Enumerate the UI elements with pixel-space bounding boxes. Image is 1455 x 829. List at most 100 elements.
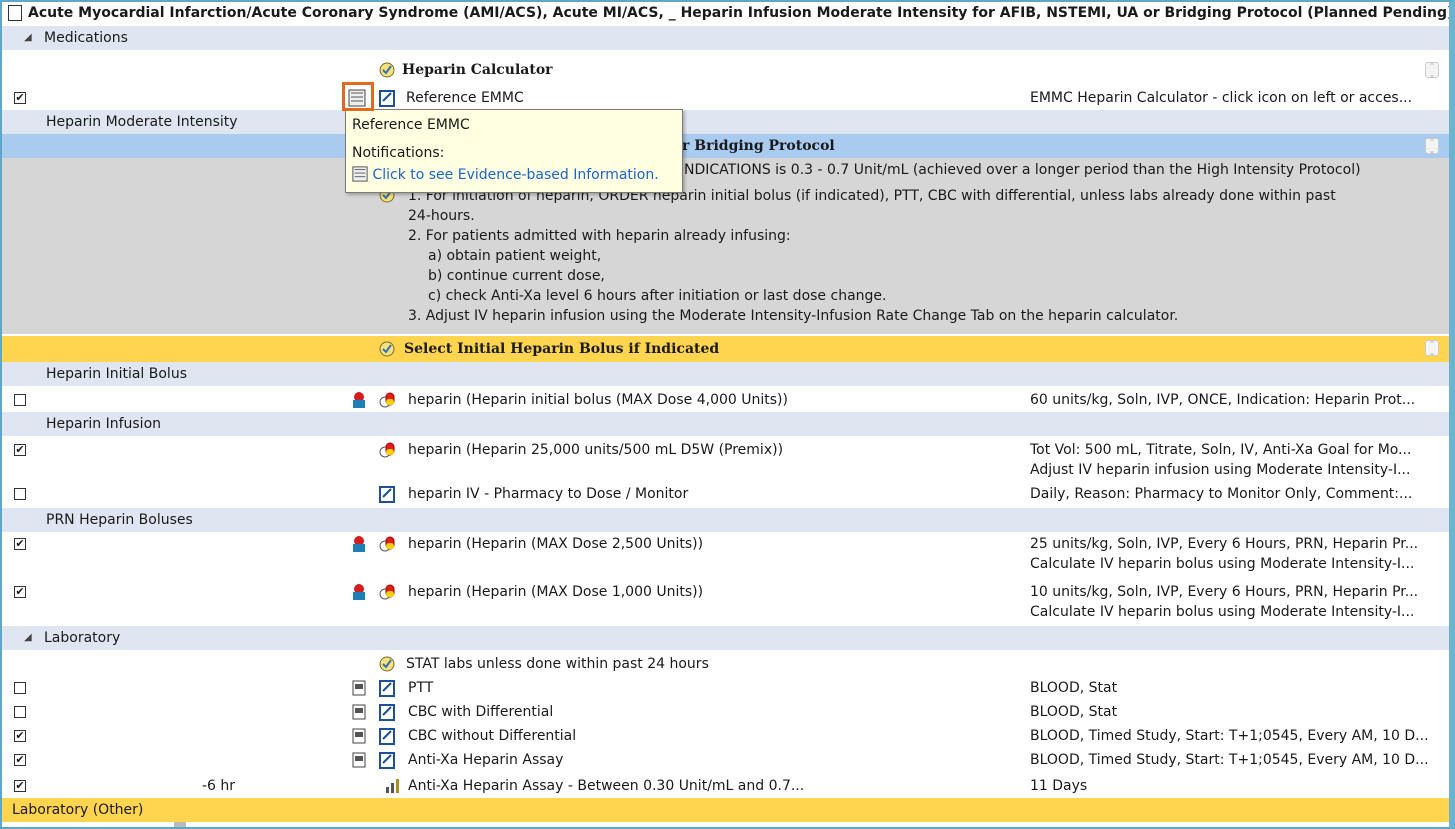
protocol-step-3: 3. Adjust IV heparin infusion using the … [408,308,1179,324]
order-details: BLOOD, Stat [1030,704,1118,720]
order-name: PTT [408,680,434,696]
note-icon [379,62,395,78]
pill-icon [379,442,395,458]
scroll-arrows-icon[interactable]: ⌃ ⌄ [1425,62,1439,79]
order-checkbox[interactable]: ✔ [14,538,26,550]
order-row-ptt[interactable]: PTT BLOOD, Stat [2,676,1449,700]
collapse-icon[interactable]: ◢ [24,26,32,50]
subsection-label: Heparin Moderate Intensity [46,114,238,130]
order-name: Anti-Xa Heparin Assay - Between 0.30 Uni… [408,778,805,794]
order-details: BLOOD, Timed Study, Start: T+1;0545, Eve… [1030,752,1429,768]
high-alert-icon [353,536,365,552]
order-row-prn-2500[interactable]: ✔ heparin (Heparin (MAX Dose 2,500 Units… [2,532,1449,576]
order-checkbox[interactable]: ✔ [14,780,26,792]
clipboard-icon [379,486,395,503]
document-icon [352,704,366,720]
document-icon [352,680,366,696]
reference-tooltip: Reference EMMC Notifications: Click to s… [345,109,683,193]
order-row-cbc-diff[interactable]: CBC with Differential BLOOD, Stat [2,700,1449,724]
order-set-window: Acute Myocardial Infarction/Acute Corona… [0,0,1455,829]
section-label: Laboratory [44,630,121,646]
subsection-initial-bolus: Heparin Initial Bolus [2,362,1449,386]
note-icon [379,656,395,672]
order-details-line2: Calculate IV heparin bolus using Moderat… [1030,556,1415,572]
lab-result-icon [386,779,399,793]
collapse-icon[interactable]: ◢ [24,626,32,650]
protocol-instructions: NDICATIONS is 0.3 - 0.7 Unit/mL (achieve… [2,158,1449,334]
lab-note-row: STAT labs unless done within past 24 hou… [2,652,1449,676]
clipboard-icon [379,752,395,769]
order-checkbox[interactable]: ✔ [14,92,26,104]
order-checkbox[interactable] [14,394,26,406]
select-bolus-label: Select Initial Heparin Bolus if Indicate… [404,341,720,357]
section-laboratory[interactable]: ◢ Laboratory [2,626,1449,650]
tooltip-title: Reference EMMC [352,117,470,133]
order-details: Daily, Reason: Pharmacy to Monitor Only,… [1030,486,1413,502]
order-checkbox[interactable] [14,682,26,694]
order-checkbox[interactable]: ✔ [14,444,26,456]
partial-row [2,822,1449,827]
calculator-note-row: Heparin Calculator ⌃ ⌄ [2,58,1449,82]
section-laboratory-other[interactable]: Laboratory (Other) [2,798,1449,822]
order-details: EMMC Heparin Calculator - click icon on … [1030,90,1413,106]
order-row-cbc-nodiff[interactable]: ✔ CBC without Differential BLOOD, Timed … [2,724,1449,748]
order-name: heparin (Heparin initial bolus (MAX Dose… [408,392,788,408]
order-name: heparin (Heparin (MAX Dose 2,500 Units)) [408,536,704,552]
protocol-step-2: 2. For patients admitted with heparin al… [408,228,791,244]
order-row-initial-bolus[interactable]: heparin (Heparin initial bolus (MAX Dose… [2,388,1449,412]
page-title: Acute Myocardial Infarction/Acute Corona… [28,5,1449,21]
order-name: heparin IV - Pharmacy to Dose / Monitor [408,486,689,502]
time-offset: -6 hr [202,778,236,794]
subsection-label: PRN Heparin Boluses [46,512,193,528]
order-checkbox[interactable]: ✔ [14,754,26,766]
pill-icon [379,392,395,408]
protocol-step-2b: b) continue current dose, [428,268,605,284]
clipboard-icon [379,728,395,745]
clipboard-icon [379,704,395,721]
order-name: Reference EMMC [406,90,524,106]
protocol-title: r Bridging Protocol [682,138,835,154]
order-checkbox[interactable]: ✔ [14,586,26,598]
subsection-label: Heparin Infusion [46,416,162,432]
section-label: Medications [44,30,128,46]
order-row-antixa[interactable]: ✔ Anti-Xa Heparin Assay BLOOD, Timed Stu… [2,748,1449,772]
calculator-title: Heparin Calculator [402,62,553,78]
evidence-link[interactable]: Click to see Evidence-based Information. [352,164,676,186]
scroll-arrows-icon[interactable]: ⌃ ⌄ [1425,340,1439,357]
order-row-reference-emmc[interactable]: ✔ Reference EMMC EMMC Heparin Calculator… [2,86,1449,110]
order-name: heparin (Heparin 25,000 units/500 mL D5W… [408,442,784,458]
section-label: Laboratory (Other) [12,802,144,818]
order-name: CBC with Differential [408,704,554,720]
order-checkbox[interactable] [14,706,26,718]
protocol-step-2c: c) check Anti-Xa level 6 hours after ini… [428,288,887,304]
selection-highlight [342,82,374,111]
lab-note: STAT labs unless done within past 24 hou… [406,656,709,672]
order-details-line2: Calculate IV heparin bolus using Moderat… [1030,604,1415,620]
order-details: BLOOD, Stat [1030,680,1118,696]
order-name: heparin (Heparin (MAX Dose 1,000 Units)) [408,584,704,600]
order-row-prn-1000[interactable]: ✔ heparin (Heparin (MAX Dose 1,000 Units… [2,580,1449,624]
subsection-heparin-moderate: Heparin Moderate Intensity [2,110,1449,134]
scroll-arrows-icon[interactable]: ⌃ ⌄ [1425,138,1439,155]
subsection-prn-boluses: PRN Heparin Boluses [2,508,1449,532]
section-medications[interactable]: ◢ Medications [2,26,1449,50]
subsection-label: Heparin Initial Bolus [46,366,187,382]
clipboard-icon [379,680,395,697]
document-icon [352,752,366,768]
evidence-link-text: Click to see Evidence-based Information. [372,167,659,183]
select-bolus-row: Select Initial Heparin Bolus if Indicate… [2,336,1449,362]
protocol-title-row: r Bridging Protocol ⌃ ⌄ [2,134,1449,158]
order-row-infusion[interactable]: ✔ heparin (Heparin 25,000 units/500 mL D… [2,438,1449,482]
order-details: 60 units/kg, Soln, IVP, ONCE, Indication… [1030,392,1416,408]
order-checkbox[interactable] [14,488,26,500]
pill-icon [379,536,395,552]
high-alert-icon [353,392,365,408]
note-icon [379,341,395,357]
order-row-pharmacy[interactable]: heparin IV - Pharmacy to Dose / Monitor … [2,482,1449,506]
protocol-step-1-cont: 24-hours. [408,208,475,224]
protocol-indications: NDICATIONS is 0.3 - 0.7 Unit/mL (achieve… [684,162,1361,178]
order-row-antixa-range[interactable]: ✔ -6 hr Anti-Xa Heparin Assay - Between … [2,774,1449,798]
protocol-step-2a: a) obtain patient weight, [428,248,602,264]
order-checkbox[interactable]: ✔ [14,730,26,742]
clipboard-icon [379,90,395,107]
